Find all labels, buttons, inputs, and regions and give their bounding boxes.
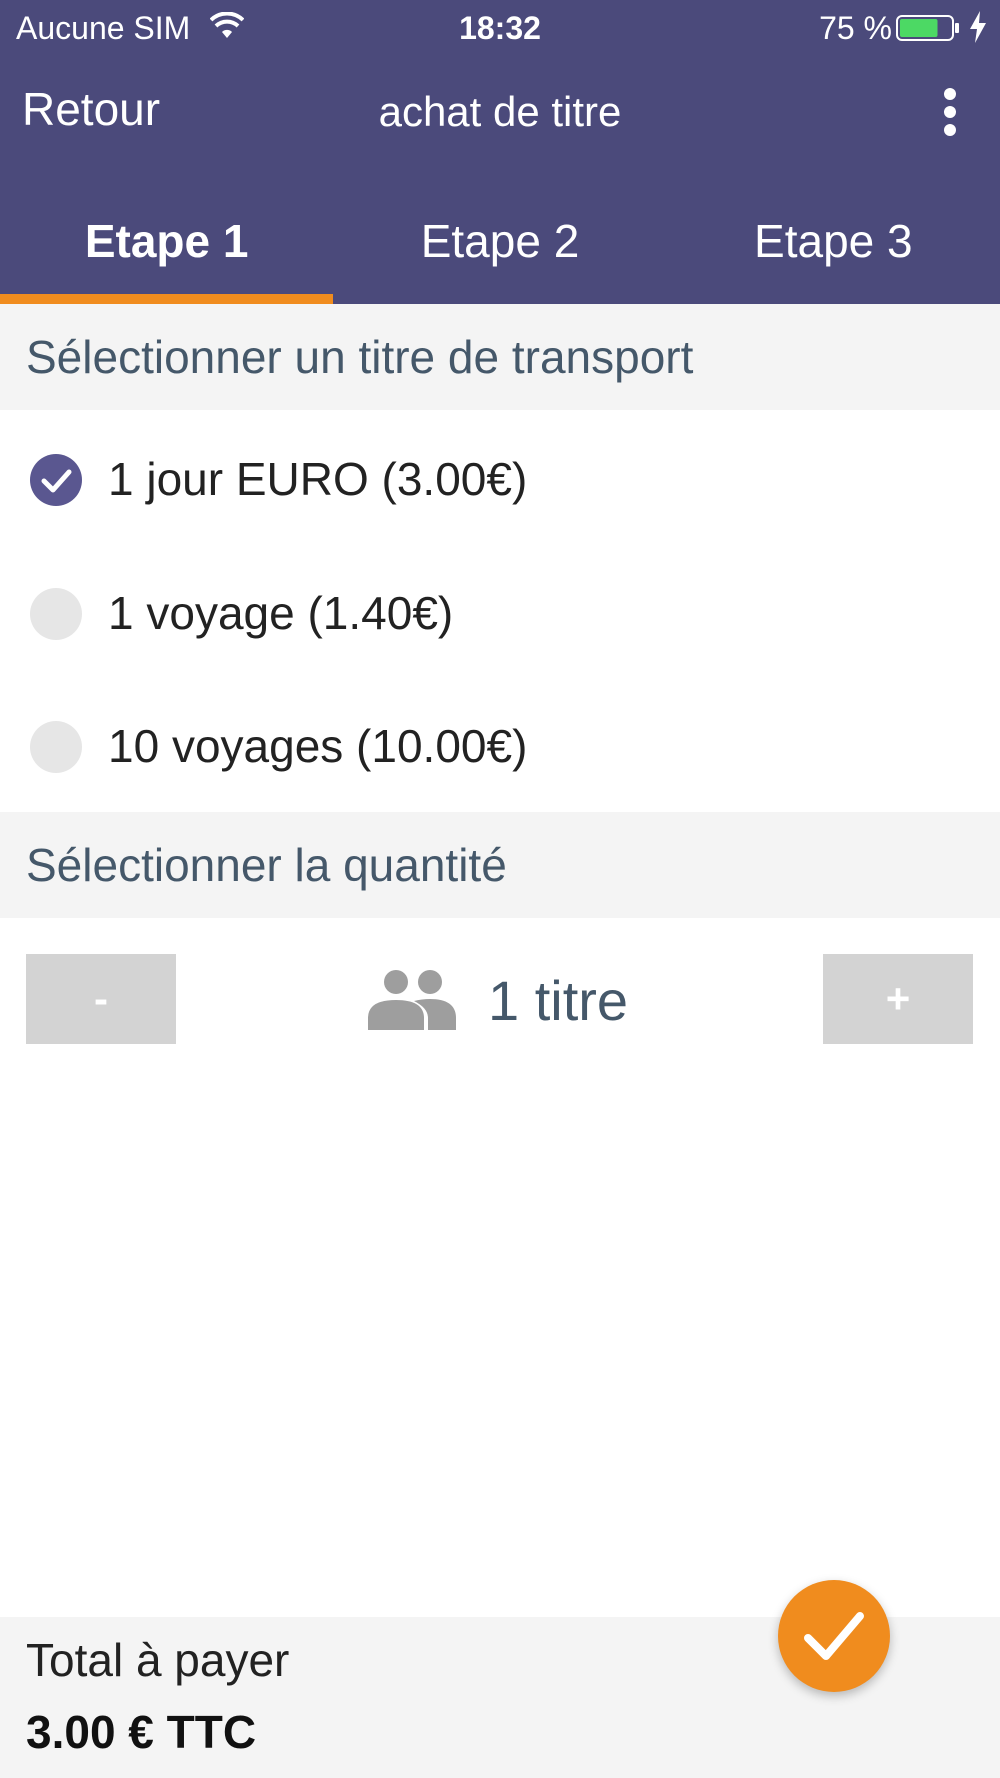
tab-label: Etape 3 [754,215,913,267]
step-tabs: Etape 1 Etape 2 Etape 3 [0,196,1000,304]
app-header: Aucune SIM 18:32 75 % Retour achat de ti… [0,0,1000,304]
page-title: achat de titre [378,88,622,135]
active-tab-indicator [0,294,333,304]
checkmark-icon [804,1612,864,1660]
status-bar: Aucune SIM 18:32 75 % [0,0,1000,56]
radio-unchecked-icon[interactable] [30,588,82,640]
tab-etape-3[interactable]: Etape 3 [667,196,1000,304]
tab-label: Etape 1 [84,215,249,267]
confirm-button[interactable] [778,1580,890,1692]
ticket-option-10-voyages[interactable]: 10 voyages (10.00€) [0,677,1000,811]
radio-unchecked-icon[interactable] [30,721,82,773]
quantity-value: 1 titre [488,969,629,1032]
quantity-section-title: Sélectionner la quantité [0,812,1000,918]
option-label: 10 voyages (10.00€) [108,720,528,772]
people-icon [368,970,456,1030]
ticket-section-title: Sélectionner un titre de transport [0,304,1000,410]
option-label: 1 jour EURO (3.00€) [108,453,528,505]
tab-etape-2[interactable]: Etape 2 [333,196,666,304]
ticket-option-1-jour-euro[interactable]: 1 jour EURO (3.00€) [0,410,1000,544]
charging-bolt-icon [970,11,986,43]
battery-icon [896,15,959,41]
more-vertical-icon[interactable] [938,88,962,136]
battery-percent: 75 % [819,10,892,46]
radio-checked-icon[interactable] [30,454,82,506]
increase-quantity-button[interactable]: + [823,954,973,1044]
total-value: 3.00 € TTC [26,1706,257,1758]
total-label: Total à payer [26,1634,290,1686]
decrease-quantity-button[interactable]: - [26,954,176,1044]
option-label: 1 voyage (1.40€) [108,587,454,639]
tab-etape-1[interactable]: Etape 1 [0,196,333,304]
ticket-option-1-voyage[interactable]: 1 voyage (1.40€) [0,544,1000,678]
tab-label: Etape 2 [420,215,580,267]
